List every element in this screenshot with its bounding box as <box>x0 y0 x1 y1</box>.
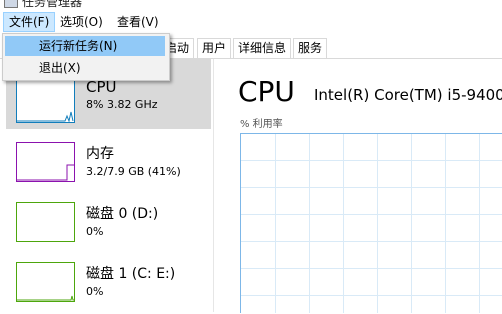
resource-name-disk0: 磁盘 0 (D:) <box>86 206 159 222</box>
graph-grid <box>241 134 502 313</box>
tab-services[interactable]: 服务 <box>293 38 328 58</box>
resource-list: CPU 8% 3.82 GHz 内存 3.2/7.9 GB (41%) 磁盘 0… <box>0 59 214 312</box>
menu-file[interactable]: 文件(F) <box>3 12 56 32</box>
resource-name-memory: 内存 <box>86 146 114 162</box>
menu-exit[interactable]: 退出(X) <box>5 58 165 78</box>
file-menu-dropdown: 运行新任务(N) 退出(X) <box>2 33 170 81</box>
detail-title: CPU <box>238 75 295 108</box>
menu-options[interactable]: 选项(O) <box>55 13 108 31</box>
menu-run-new-task[interactable]: 运行新任务(N) <box>5 36 165 56</box>
memory-sparkline <box>17 164 74 181</box>
cpu-model-name: Intel(R) Core(TM) i5-9400 <box>314 86 502 104</box>
tab-details[interactable]: 详细信息 <box>233 38 292 58</box>
disk0-thumbnail-graph <box>16 202 75 242</box>
window-title: 任务管理器 <box>22 0 83 9</box>
cpu-utilization-graph <box>240 133 502 313</box>
resource-item-memory[interactable]: 内存 3.2/7.9 GB (41%) <box>6 134 211 194</box>
resource-value-disk1: 0% <box>86 285 104 298</box>
resource-value-disk0: 0% <box>86 225 104 238</box>
cpu-detail-panel: CPU Intel(R) Core(TM) i5-9400 % 利用率 <box>214 59 502 313</box>
menu-bar: 文件(F) 选项(O) 查看(V) <box>0 11 502 33</box>
resource-name-disk1: 磁盘 1 (C: E:) <box>86 266 176 282</box>
task-manager-app-icon <box>4 0 18 8</box>
title-bar: 任务管理器 <box>0 0 502 10</box>
memory-thumbnail-graph <box>16 142 75 182</box>
resource-value-memory: 3.2/7.9 GB (41%) <box>86 165 181 178</box>
tab-users[interactable]: 用户 <box>197 38 232 58</box>
menu-view[interactable]: 查看(V) <box>112 13 164 31</box>
disk1-sparkline <box>17 295 74 301</box>
resource-value-cpu: 8% 3.82 GHz <box>86 98 158 111</box>
resource-item-disk0[interactable]: 磁盘 0 (D:) 0% <box>6 194 211 254</box>
disk1-thumbnail-graph <box>16 262 75 302</box>
resource-item-disk1[interactable]: 磁盘 1 (C: E:) 0% <box>6 254 211 314</box>
utilization-label: % 利用率 <box>240 119 283 130</box>
